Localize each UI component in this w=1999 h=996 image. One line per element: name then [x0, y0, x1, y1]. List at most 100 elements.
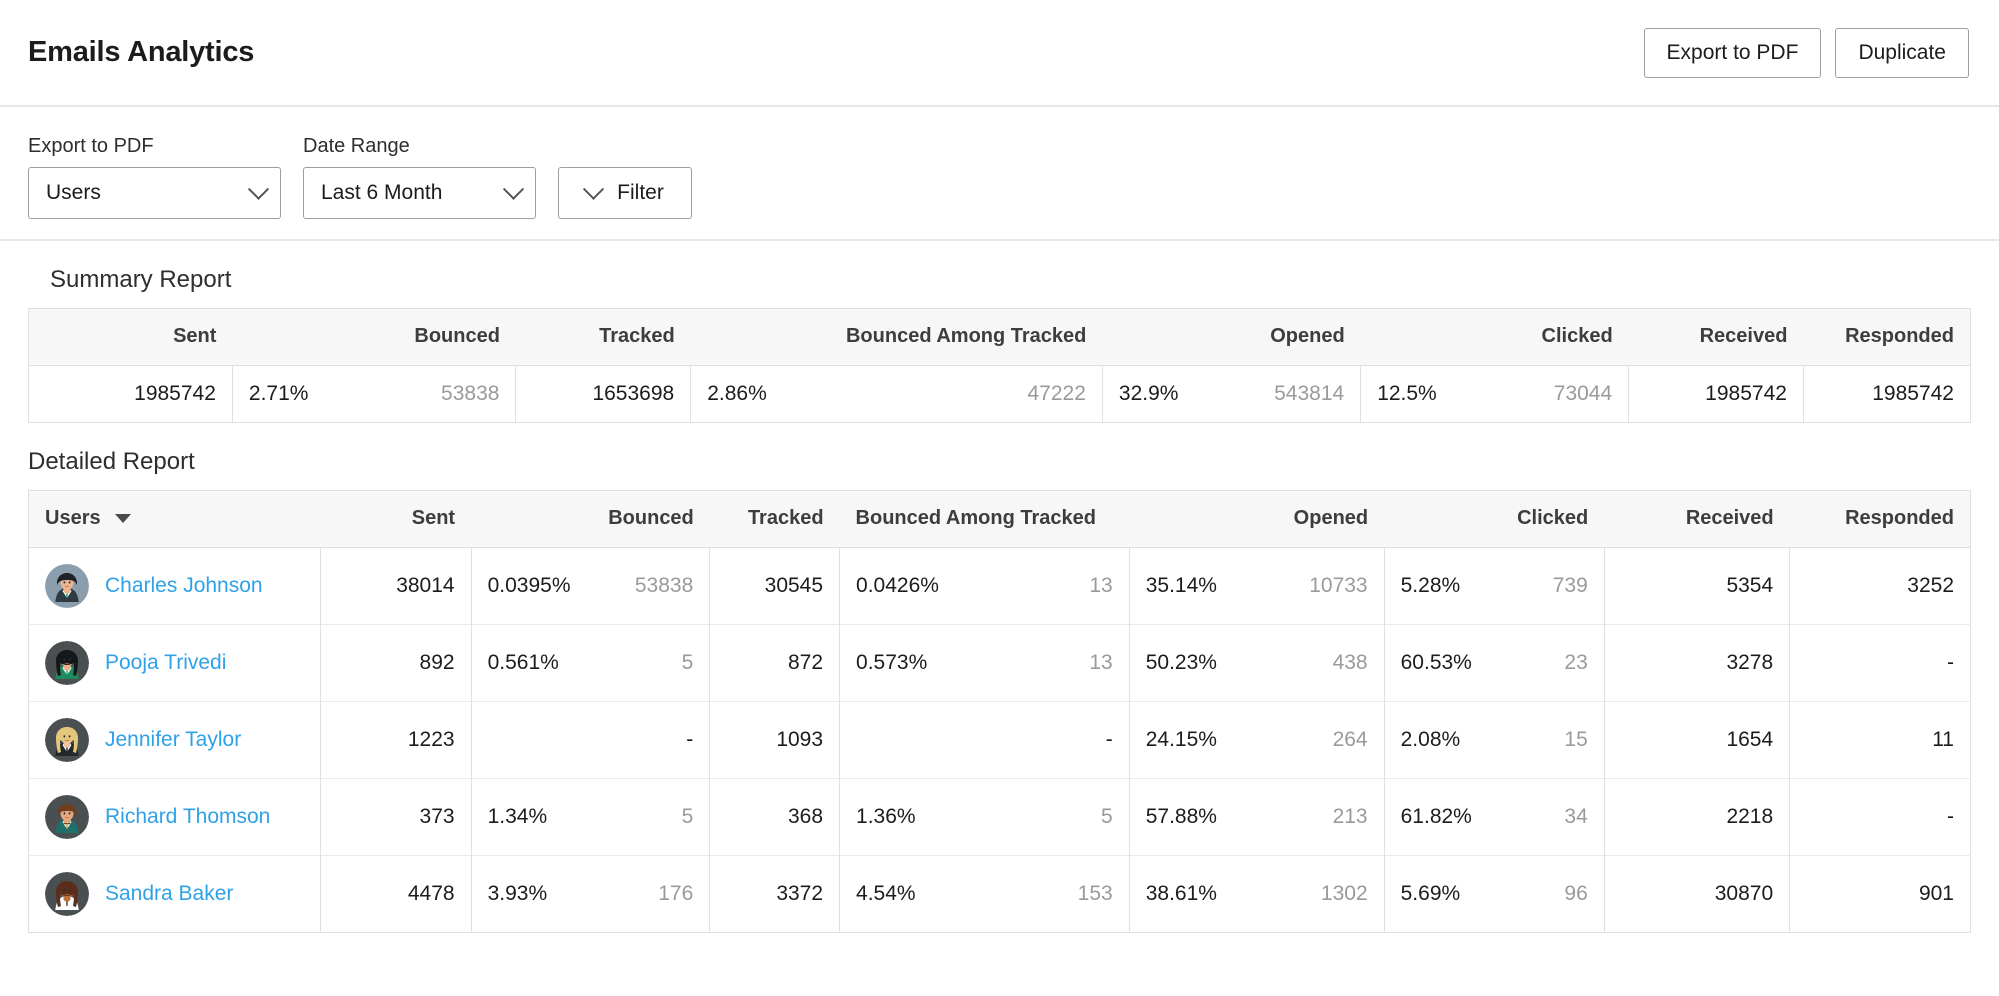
summary-col-opened: Opened	[1102, 308, 1361, 366]
duplicate-button[interactable]: Duplicate	[1835, 27, 1969, 78]
received-value: 3278	[1603, 624, 1790, 702]
user-name-link[interactable]: Sandra Baker	[105, 882, 233, 906]
date-range-select[interactable]: Last 6 Month	[303, 167, 536, 219]
chevron-down-icon	[247, 178, 270, 200]
avatar	[45, 872, 89, 916]
detailed-col-sent: Sent	[320, 490, 472, 548]
header-actions: Export to PDF Duplicate	[1643, 27, 1969, 78]
summary-col-bounced: Bounced	[232, 308, 516, 366]
summary-col-received: Received	[1628, 308, 1804, 366]
summary-clicked-cell: 12.5% 73044	[1360, 365, 1629, 423]
detailed-col-clicked: Clicked	[1384, 490, 1605, 548]
table-row: Jennifer Taylor 1223 - 1093 - 24.15% 264…	[28, 701, 1971, 779]
opened-cell: 24.15% 264	[1128, 701, 1385, 779]
bounced-among-tracked-count: 5	[1101, 805, 1113, 828]
detailed-col-users[interactable]: Users	[28, 490, 321, 548]
bounced-cell: 3.93% 176	[470, 855, 710, 933]
summary-opened-cell: 32.9% 543814	[1101, 365, 1361, 423]
summary-report-title: Summary Report	[50, 266, 232, 293]
clicked-cell: 2.08% 15	[1383, 701, 1605, 779]
clicked-pct: 5.28%	[1400, 574, 1461, 597]
summary-clicked-count: 73044	[1553, 382, 1613, 405]
opened-pct: 24.15%	[1145, 728, 1217, 751]
summary-col-responded: Responded	[1803, 308, 1971, 366]
clicked-cell: 60.53% 23	[1383, 624, 1605, 702]
avatar	[45, 795, 89, 839]
filter-button-label: Filter	[617, 181, 664, 204]
responded-value: 901	[1789, 855, 1971, 933]
export-to-pdf-filter-group: Export to PDF Users	[28, 136, 281, 219]
user-name-link[interactable]: Richard Thomson	[105, 805, 270, 829]
bounced-among-tracked-cell: 0.573% 13	[839, 624, 1130, 702]
bounced-among-tracked-count: -	[1105, 728, 1113, 751]
bounced-among-tracked-pct: 0.0426%	[856, 574, 939, 597]
date-range-select-value: Last 6 Month	[321, 181, 443, 204]
bounced-count: 5	[681, 805, 694, 828]
clicked-pct: 61.82%	[1400, 805, 1472, 828]
received-value: 5354	[1603, 547, 1790, 625]
received-value: 2218	[1603, 778, 1790, 856]
detailed-col-bounced: Bounced	[471, 490, 710, 548]
opened-count: 213	[1332, 805, 1368, 828]
opened-count: 438	[1332, 651, 1368, 674]
chevron-down-icon	[583, 178, 605, 200]
filter-button[interactable]: Filter	[558, 167, 692, 219]
summary-received-value: 1985742	[1628, 365, 1804, 423]
users-select[interactable]: Users	[28, 167, 281, 219]
bounced-among-tracked-cell: 1.36% 5	[839, 778, 1130, 856]
bounced-among-tracked-pct: 4.54%	[856, 882, 916, 905]
summary-col-clicked: Clicked	[1360, 308, 1629, 366]
summary-bounced-cell: 2.71% 53838	[231, 365, 516, 423]
tracked-value: 368	[709, 778, 840, 856]
bounced-pct: 1.34%	[487, 805, 548, 828]
user-cell: Charles Johnson	[29, 548, 321, 625]
bounced-among-tracked-count: 153	[1077, 882, 1113, 905]
summary-responded-value: 1985742	[1802, 365, 1971, 423]
summary-clicked-pct: 12.5%	[1377, 382, 1437, 405]
sent-value: 373	[319, 778, 472, 856]
export-to-pdf-button[interactable]: Export to PDF	[1643, 27, 1822, 78]
clicked-pct: 60.53%	[1400, 651, 1472, 674]
received-value: 1654	[1603, 701, 1790, 779]
user-name-link[interactable]: Pooja Trivedi	[105, 651, 226, 675]
opened-cell: 57.88% 213	[1128, 778, 1385, 856]
detailed-report-section: Detailed Report Users Sent Bounced Track…	[0, 450, 1999, 933]
detailed-col-opened: Opened	[1129, 490, 1385, 548]
opened-count: 10733	[1309, 574, 1368, 597]
user-cell: Richard Thomson	[28, 778, 321, 856]
detailed-col-tracked: Tracked	[709, 490, 840, 548]
clicked-count: 34	[1564, 805, 1588, 828]
bounced-cell: 0.0395% 53838	[470, 547, 710, 625]
detailed-col-users-label: Users	[45, 507, 101, 529]
avatar	[45, 641, 89, 685]
summary-sent-value: 1985742	[134, 382, 216, 405]
avatar	[45, 718, 89, 762]
summary-bounced-pct: 2.71%	[248, 382, 309, 405]
user-name-link[interactable]: Jennifer Taylor	[105, 728, 241, 752]
table-row: Pooja Trivedi 892 0.561% 5 872 0.573% 13…	[28, 624, 1971, 702]
opened-cell: 50.23% 438	[1128, 624, 1385, 702]
opened-cell: 38.61% 1302	[1128, 855, 1385, 933]
detailed-report-table: Users Sent Bounced Tracked Bounced Among…	[28, 490, 1971, 933]
summary-bat-cell: 2.86% 47222	[690, 365, 1103, 423]
bounced-among-tracked-cell: -	[839, 701, 1130, 779]
bounced-among-tracked-cell: 0.0426% 13	[839, 547, 1130, 625]
tracked-value: 872	[709, 624, 840, 702]
detailed-col-received: Received	[1604, 490, 1790, 548]
avatar	[45, 564, 89, 608]
user-cell: Sandra Baker	[28, 855, 321, 933]
bounced-among-tracked-count: 13	[1089, 574, 1113, 597]
summary-bat-count: 47222	[1027, 382, 1086, 405]
clicked-count: 96	[1564, 882, 1588, 905]
user-cell: Pooja Trivedi	[28, 624, 321, 702]
bounced-count: 53838	[634, 574, 694, 597]
user-name-link[interactable]: Charles Johnson	[105, 574, 263, 598]
export-to-pdf-label: Export to PDF	[28, 135, 154, 157]
filter-bar: Export to PDF Users Date Range Last 6 Mo…	[0, 107, 1999, 241]
sent-value: 892	[319, 624, 472, 702]
opened-pct: 38.61%	[1145, 882, 1217, 905]
summary-tracked-value: 1653698	[515, 365, 691, 423]
detailed-header-row: Users Sent Bounced Tracked Bounced Among…	[28, 490, 1971, 548]
clicked-cell: 5.28% 739	[1383, 547, 1605, 625]
chevron-down-icon	[502, 178, 525, 200]
